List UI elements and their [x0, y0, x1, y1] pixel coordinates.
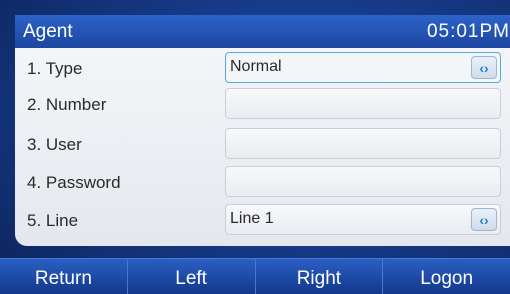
title-bar: Agent 05:01PM	[15, 15, 510, 48]
type-label: 1. Type	[27, 59, 83, 78]
left-softkey[interactable]: Left	[126, 258, 255, 294]
line-label: 5. Line	[27, 211, 79, 230]
return-softkey[interactable]: Return	[0, 258, 127, 294]
form-row-type: 1. Type Normal ‹›	[15, 52, 510, 88]
phone-screen: Agent 05:01PM 1. Type Normal ‹› 2. Numbe…	[0, 0, 510, 294]
line-value: Line 1	[230, 210, 274, 227]
line-select[interactable]: Line 1 ‹›	[225, 204, 501, 235]
user-label: 3. User	[27, 135, 82, 154]
page-title: Agent	[23, 20, 73, 42]
form-row-password: 4. Password	[15, 166, 510, 202]
password-input[interactable]	[225, 166, 501, 197]
logon-softkey[interactable]: Logon	[382, 258, 510, 294]
right-softkey[interactable]: Right	[254, 258, 383, 294]
form-row-line: 5. Line Line 1 ‹›	[15, 204, 510, 240]
type-value: Normal	[230, 58, 282, 75]
clock: 05:01PM	[426, 20, 510, 42]
softkey-bar: Return Left Right Logon	[0, 258, 510, 294]
type-select[interactable]: Normal ‹›	[225, 52, 501, 83]
left-right-arrows-icon[interactable]: ‹›	[471, 208, 497, 231]
left-right-arrows-icon[interactable]: ‹›	[471, 56, 497, 79]
number-label: 2. Number	[27, 95, 107, 114]
agent-form: 1. Type Normal ‹› 2. Number 3. User 4. P…	[15, 48, 510, 246]
number-input[interactable]	[225, 88, 501, 119]
form-row-number: 2. Number	[15, 88, 510, 124]
user-input[interactable]	[225, 128, 501, 159]
form-row-user: 3. User	[15, 128, 510, 164]
password-label: 4. Password	[27, 173, 121, 192]
